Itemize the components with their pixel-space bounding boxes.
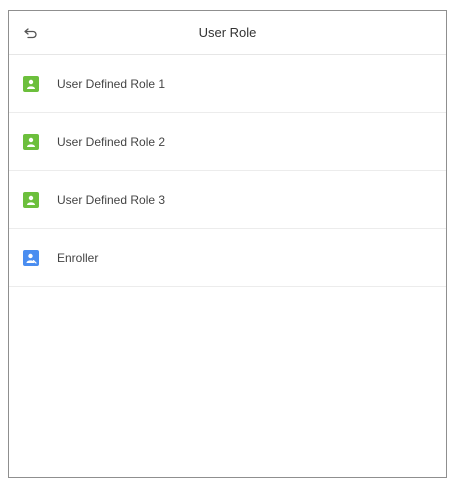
role-item-enroller[interactable]: Enroller xyxy=(9,229,446,287)
role-item-1[interactable]: User Defined Role 1 xyxy=(9,55,446,113)
device-screen: User Role User Defined Role 1 User Defin… xyxy=(8,10,447,478)
title-bar: User Role xyxy=(9,11,446,55)
role-item-2[interactable]: User Defined Role 2 xyxy=(9,113,446,171)
user-icon xyxy=(23,75,39,92)
role-item-label: User Defined Role 3 xyxy=(57,192,166,207)
role-item-label: Enroller xyxy=(57,250,99,265)
user-icon xyxy=(23,133,39,150)
role-item-3[interactable]: User Defined Role 3 xyxy=(9,171,446,229)
page-title: User Role xyxy=(198,25,257,40)
user-icon xyxy=(23,191,39,208)
role-list: User Defined Role 1 User Defined Role 2 … xyxy=(9,55,446,287)
back-button[interactable] xyxy=(21,23,41,43)
role-item-label: User Defined Role 1 xyxy=(57,76,166,91)
back-arrow-icon xyxy=(24,28,37,39)
role-item-label: User Defined Role 2 xyxy=(57,134,166,149)
enroller-user-icon xyxy=(23,249,39,266)
